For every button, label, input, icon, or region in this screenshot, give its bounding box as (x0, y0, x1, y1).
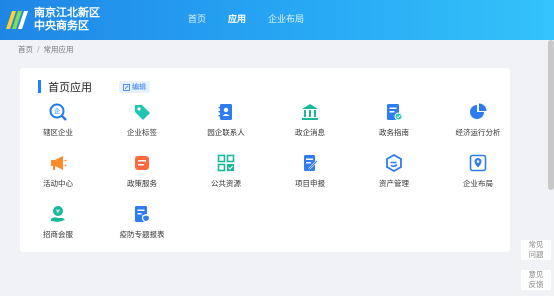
brand-line1: 南京江北新区 (34, 6, 100, 19)
app-label: 园企联系人 (207, 128, 245, 137)
edit-label: 编辑 (132, 83, 146, 91)
app-project-declaration[interactable]: 项目申报 (275, 154, 345, 190)
app-label: 经济运行分析 (455, 128, 501, 137)
app-park-contacts[interactable]: 园企联系人 (191, 103, 261, 139)
app-label: 企业标签 (127, 128, 157, 137)
app-economic-analysis[interactable]: 经济运行分析 (443, 103, 513, 139)
svg-text:企: 企 (54, 108, 60, 116)
app-label: 资产管理 (379, 179, 409, 188)
app-label: 辖区企业 (43, 128, 73, 137)
brand-title[interactable]: 南京江北新区 中央商务区 (34, 6, 100, 32)
nav-enterprise-layout[interactable]: 企业布局 (268, 0, 304, 40)
investment-icon: ¥ (51, 206, 65, 222)
app-asset-management[interactable]: 资产管理 (359, 154, 429, 190)
grid-icon (217, 154, 235, 172)
logo-icon (6, 11, 28, 29)
feedback-widget[interactable]: 意见 反馈 (521, 270, 551, 290)
app-label: 政策服务 (127, 179, 157, 188)
nav-home[interactable]: 首页 (188, 0, 206, 40)
asset-icon (386, 154, 402, 172)
megaphone-icon (51, 156, 67, 170)
contacts-icon (218, 104, 232, 120)
card-title: 首页应用 (48, 81, 92, 94)
edit-icon (123, 83, 130, 91)
policy-icon (135, 156, 149, 170)
app-policy-service[interactable]: 政策服务 (107, 154, 177, 190)
app-label: 企业布局 (463, 179, 493, 188)
app-label: 政企消息 (295, 128, 325, 137)
map-icon (469, 154, 487, 172)
app-gov-guide[interactable]: 政务指南 (359, 103, 429, 139)
breadcrumb-current: 常用应用 (43, 45, 74, 54)
app-gov-enterprise-messages[interactable]: 政企消息 (275, 103, 345, 139)
app-investment-service[interactable]: ¥ 招商会服 (23, 205, 93, 241)
svg-text:¥: ¥ (56, 208, 60, 216)
title-accent-bar (38, 80, 41, 93)
app-label: 疫防专题报表 (119, 230, 165, 239)
breadcrumb-separator: / (37, 45, 40, 54)
app-label: 项目申报 (295, 179, 325, 188)
breadcrumb-home[interactable]: 首页 (18, 45, 33, 54)
home-apps-card: 首页应用 编辑 企 辖区企业 企业标签 园企联系人 政企消息 政务指南 经济运行… (20, 68, 510, 252)
edit-button[interactable]: 编辑 (119, 81, 150, 93)
app-epidemic-report[interactable]: 疫防专题报表 (107, 205, 177, 241)
app-enterprise-layout[interactable]: 企业布局 (443, 154, 513, 190)
edit-doc-icon (304, 155, 318, 171)
app-enterprise-tags[interactable]: 企业标签 (107, 103, 177, 139)
breadcrumb: 首页 / 常用应用 (18, 44, 74, 55)
report-icon (135, 206, 150, 223)
nav-apps[interactable]: 应用 (228, 0, 246, 40)
faq-line2: 问题 (528, 250, 544, 259)
feedback-line2: 反馈 (528, 280, 544, 289)
tag-icon (135, 105, 150, 120)
enterprise-icon: 企 (49, 103, 67, 121)
faq-line1: 常见 (528, 240, 544, 249)
app-area-enterprises[interactable]: 企 辖区企业 (23, 103, 93, 139)
app-label: 活动中心 (43, 179, 73, 188)
app-activity-center[interactable]: 活动中心 (23, 154, 93, 190)
top-bar: 南京江北新区 中央商务区 首页 应用 企业布局 (0, 0, 554, 40)
app-public-resources[interactable]: 公共资源 (191, 154, 261, 190)
pie-chart-icon (470, 103, 487, 119)
guide-icon (387, 104, 403, 121)
brand-line2: 中央商务区 (34, 19, 89, 32)
app-label: 政务指南 (379, 128, 409, 137)
app-label: 公共资源 (211, 179, 241, 188)
feedback-line1: 意见 (528, 270, 544, 279)
government-icon (302, 104, 318, 120)
app-label: 招商会服 (43, 230, 73, 239)
scrollbar-thumb[interactable] (548, 40, 554, 190)
faq-widget[interactable]: 常见 问题 (521, 240, 551, 260)
